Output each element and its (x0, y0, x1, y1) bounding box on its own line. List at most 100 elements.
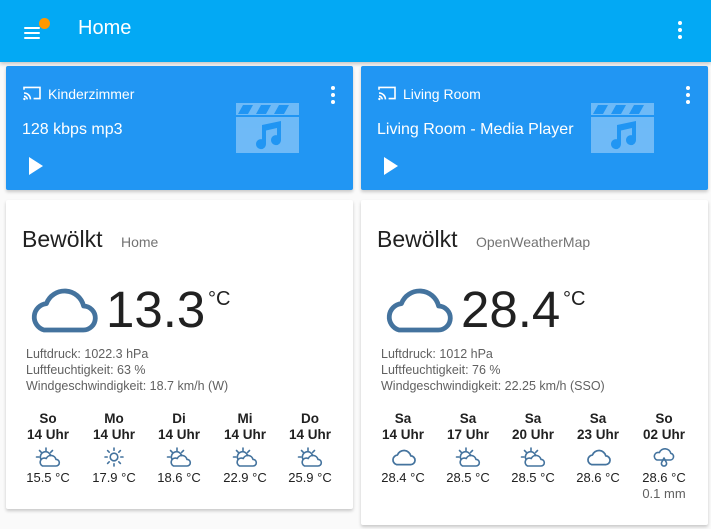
cloudy-icon (26, 284, 98, 334)
forecast-day: Mi (237, 411, 253, 426)
temperature-unit: °C (563, 288, 586, 310)
partly-cloudy-icon (455, 447, 481, 467)
cloudy-icon (381, 284, 453, 334)
forecast-item: Mo 14 Uhr 17.9 °C (83, 411, 145, 486)
forecast-day: Sa (524, 411, 542, 426)
forecast-time: 14 Uhr (26, 427, 70, 442)
forecast-temp: 25.9 °C (288, 470, 332, 485)
weather-entity-name: OpenWeatherMap (476, 234, 591, 250)
menu-icon-line (24, 32, 40, 34)
forecast-temp: 18.6 °C (157, 470, 201, 485)
forecast-time: 23 Uhr (576, 427, 620, 442)
current-temperature: 28.4 (461, 281, 561, 338)
menu-icon (24, 27, 40, 29)
weather-entity-name: Home (121, 234, 159, 250)
weather-state: Bewölkt (377, 226, 458, 252)
forecast-time: 14 Uhr (288, 427, 332, 442)
movie-music-icon (591, 103, 654, 153)
more-vert-icon-dot (331, 100, 335, 104)
media-title: 128 kbps mp3 (22, 121, 123, 138)
current-temperature: 13.3 (106, 281, 206, 338)
page-title: Home (78, 17, 132, 39)
cloudy-icon (390, 447, 416, 467)
sunny-icon (101, 447, 127, 467)
media-player-name: Kinderzimmer (48, 86, 135, 102)
media-more-button[interactable] (676, 82, 700, 110)
forecast-time: 14 Uhr (223, 427, 267, 442)
forecast-temp: 28.6 °C (576, 470, 620, 485)
forecast-temp: 15.5 °C (26, 470, 70, 485)
more-vert-icon (686, 86, 690, 90)
forecast-day: Sa (394, 411, 412, 426)
forecast-day: Do (301, 411, 319, 426)
forecast-day: So (39, 411, 57, 426)
more-vert-icon-dot (331, 93, 335, 97)
forecast-temp: 28.5 °C (446, 470, 490, 485)
forecast-time: 14 Uhr (157, 427, 201, 442)
forecast-time: 02 Uhr (642, 427, 686, 442)
forecast-time: 14 Uhr (92, 427, 136, 442)
forecast-temp: 28.6 °C (642, 470, 686, 485)
partly-cloudy-icon (232, 447, 258, 467)
forecast-time: 20 Uhr (511, 427, 555, 442)
forecast-item: Mi 14 Uhr 22.9 °C (214, 411, 276, 486)
forecast-temp: 28.5 °C (511, 470, 555, 485)
forecast-day: Di (172, 411, 186, 426)
partly-cloudy-icon (520, 447, 546, 467)
notification-badge (39, 18, 50, 29)
forecast-day: Mo (104, 411, 124, 426)
temperature-unit: °C (208, 288, 231, 310)
pressure: Luftdruck: 1012 hPa (381, 347, 493, 361)
weather-attributes: Luftdruck: 1022.3 hPa Luftfeuchtigkeit: … (26, 346, 228, 394)
more-vert-icon-dot (686, 93, 690, 97)
more-vert-icon-dot (678, 35, 682, 39)
menu-button[interactable] (20, 16, 50, 46)
forecast-item: Sa 20 Uhr 28.5 °C (502, 411, 564, 486)
more-vert-icon-dot (686, 100, 690, 104)
forecast-temp: 17.9 °C (92, 470, 136, 485)
forecast-item: So 02 Uhr 28.6 °C 0.1 mm (633, 411, 695, 502)
movie-music-icon (236, 103, 299, 153)
play-button[interactable] (379, 155, 403, 177)
forecast-precipitation: 0.1 mm (642, 486, 686, 501)
partly-cloudy-icon (35, 447, 61, 467)
more-vert-icon (331, 86, 335, 90)
forecast-temp: 28.4 °C (381, 470, 425, 485)
wind-speed: Windgeschwindigkeit: 18.7 km/h (W) (26, 379, 229, 393)
play-button[interactable] (24, 155, 48, 177)
forecast-item: So 14 Uhr 15.5 °C (17, 411, 79, 486)
media-player-name: Living Room (403, 86, 481, 102)
media-title: Living Room - Media Player (377, 121, 574, 138)
menu-icon-line (24, 37, 40, 39)
weather-card-home[interactable]: Bewölkt Home 13.3 °C Luftdruck: 1022.3 h… (6, 200, 353, 509)
weather-attributes: Luftdruck: 1012 hPa Luftfeuchtigkeit: 76… (381, 346, 605, 394)
app-header: Home (0, 0, 711, 62)
wind-speed: Windgeschwindigkeit: 22.25 km/h (SSO) (381, 379, 605, 393)
media-player-card-kinderzimmer: Kinderzimmer 128 kbps mp3 (6, 66, 353, 190)
weather-card-openweathermap[interactable]: Bewölkt OpenWeatherMap 28.4 °C Luftdruck… (361, 200, 708, 525)
cloudy-icon (585, 447, 611, 467)
overflow-menu-button[interactable] (668, 17, 692, 45)
forecast-item: Sa 14 Uhr 28.4 °C (372, 411, 434, 486)
rainy-icon (651, 447, 677, 467)
forecast-time: 14 Uhr (381, 427, 425, 442)
pressure: Luftdruck: 1022.3 hPa (26, 347, 149, 361)
media-more-button[interactable] (321, 82, 345, 110)
partly-cloudy-icon (166, 447, 192, 467)
forecast-temp: 22.9 °C (223, 470, 267, 485)
forecast-item: Sa 17 Uhr 28.5 °C (437, 411, 499, 486)
forecast-item: Do 14 Uhr 25.9 °C (279, 411, 341, 486)
more-vert-icon (678, 21, 682, 25)
partly-cloudy-icon (297, 447, 323, 467)
forecast-day: Sa (589, 411, 607, 426)
humidity: Luftfeuchtigkeit: 76 % (381, 363, 501, 377)
forecast-item: Sa 23 Uhr 28.6 °C (567, 411, 629, 486)
cast-icon (22, 85, 42, 101)
forecast-day: Sa (459, 411, 477, 426)
forecast-day: So (655, 411, 673, 426)
cast-icon (377, 85, 397, 101)
forecast-time: 17 Uhr (446, 427, 490, 442)
media-player-card-living-room: Living Room Living Room - Media Player (361, 66, 708, 190)
humidity: Luftfeuchtigkeit: 63 % (26, 363, 146, 377)
more-vert-icon-dot (678, 28, 682, 32)
